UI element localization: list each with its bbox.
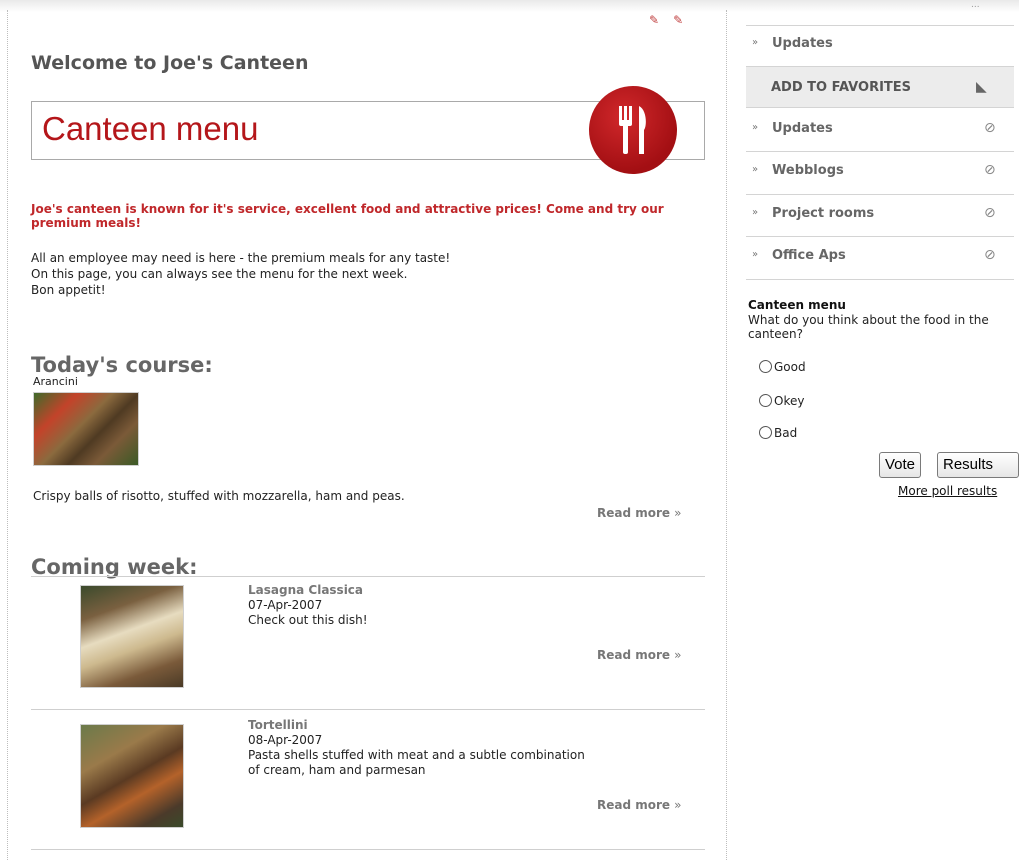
sidebar-item-label: Office Aps [772,248,846,263]
divider [31,849,705,850]
add-to-favorites-button[interactable]: ADD TO FAVORITES ◣ [746,66,1014,108]
poll-option-okey[interactable]: Okey [759,394,804,408]
read-more-link[interactable]: Read more» [597,648,681,662]
sidebar-item-office-aps[interactable]: » Office Aps ⊘ [748,237,1014,277]
sidebar-item-webblogs[interactable]: » Webblogs ⊘ [748,152,1014,192]
sidebar-item-label: Webblogs [772,163,844,178]
page-title: Welcome to Joe's Canteen [31,52,309,74]
chevron-right-icon: » [674,506,682,520]
poll-question: What do you think about the food in the … [748,313,989,341]
dish-description: of cream, ham and parmesan [248,763,426,777]
dish-date: 07-Apr-2007 [248,598,323,612]
dish-description: Check out this dish! [248,613,368,627]
dish-date: 08-Apr-2007 [248,733,323,747]
intro-line: On this page, you can always see the men… [31,267,408,281]
read-more-link[interactable]: Read more» [597,798,681,812]
double-chevron-icon: » [752,122,759,133]
read-more-label: Read more [597,506,671,520]
sidebar-divider [746,279,1014,280]
dish-title[interactable]: Lasagna Classica [248,583,363,597]
dish-image-tortellini[interactable] [80,724,184,828]
top-shadow [0,0,1019,12]
read-more-label: Read more [597,798,671,812]
read-more-label: Read more [597,648,671,662]
radio-button[interactable] [759,394,772,407]
remove-icon[interactable]: ⊘ [984,205,996,221]
double-chevron-icon: » [752,164,759,175]
double-chevron-icon: » [752,207,759,218]
sidebar-item-updates[interactable]: » Updates ⊘ [748,110,1014,150]
ellipsis-icon: ... [971,0,980,10]
poll-title: Canteen menu [748,298,846,312]
sidebar-item-label: Updates [772,121,833,136]
dish-description: Pasta shells stuffed with meat and a sub… [248,748,585,762]
intro-highlight: Joe's canteen is known for it's service,… [31,202,664,230]
read-more-link[interactable]: Read more» [597,506,681,520]
column-divider [726,10,727,860]
new-item-icon[interactable]: ✎ [649,13,659,27]
remove-icon[interactable]: ⊘ [984,162,996,178]
intro-line: Bon appetit! [31,283,106,297]
more-poll-results-link[interactable]: More poll results [898,484,997,498]
dish-title[interactable]: Tortellini [248,718,308,732]
sidebar-item-updates-top[interactable]: » Updates [748,25,1014,65]
double-chevron-icon: » [752,37,759,48]
remove-icon[interactable]: ⊘ [984,247,996,263]
rss-feed-icon: ◣ [976,79,987,95]
edit-toolbar: ✎ ✎ [649,13,697,27]
poll-option-label: Okey [774,394,805,408]
edit-icon[interactable]: ✎ [673,13,683,27]
fork-knife-logo-icon [589,86,677,174]
add-to-favorites-label: ADD TO FAVORITES [771,80,912,95]
poll-option-label: Good [774,360,806,374]
chevron-right-icon: » [674,648,682,662]
poll-option-label: Bad [774,426,798,440]
intro-line: All an employee may need is here - the p… [31,251,451,265]
sidebar-item-project-rooms[interactable]: » Project rooms ⊘ [748,195,1014,235]
left-divider [7,10,8,860]
sidebar-item-label: Updates [772,36,833,51]
divider [31,576,705,577]
divider [31,709,705,710]
todays-dish-description: Crispy balls of risotto, stuffed with mo… [33,489,405,503]
remove-icon[interactable]: ⊘ [984,120,996,136]
radio-button[interactable] [759,360,772,373]
todays-dish-name: Arancini [33,375,78,388]
banner-title: Canteen menu [42,110,259,147]
double-chevron-icon: » [752,249,759,260]
fork-knife-icon [619,106,646,154]
radio-button[interactable] [759,426,772,439]
vote-button[interactable]: Vote [879,452,922,478]
canteen-banner: Canteen menu [31,86,705,174]
results-button[interactable]: Results [937,452,1019,478]
todays-course-heading: Today's course: [31,353,213,377]
chevron-right-icon: » [674,798,682,812]
sidebar-item-label: Project rooms [772,206,875,221]
dish-image-lasagna[interactable] [80,585,184,688]
todays-dish-image[interactable] [33,392,139,466]
poll-option-bad[interactable]: Bad [759,426,797,440]
intro-text: All an employee may need is here - the p… [31,250,450,298]
poll-option-good[interactable]: Good [759,360,806,374]
